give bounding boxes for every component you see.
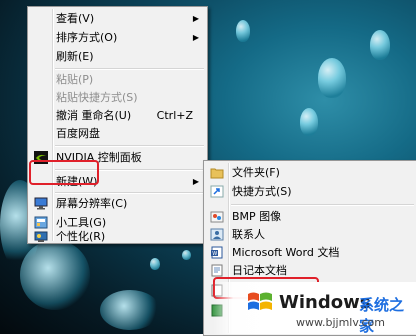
menu-item-label: Microsoft Word 文档 (232, 246, 340, 259)
highlight-box-new (29, 160, 99, 185)
watermark-suffix: 系统之家 (359, 296, 405, 335)
paint-icon (210, 210, 224, 223)
water-drop (236, 20, 250, 42)
menu-item-label: 个性化(R) (56, 230, 106, 243)
svg-text:W: W (212, 251, 217, 257)
desktop-context-menu: 查看(V) ▶ 排序方式(O) ▶ 刷新(E) 粘贴(P) 粘贴快捷方式(S) … (27, 6, 208, 244)
water-drop (182, 250, 191, 260)
word-document-icon: W (210, 246, 224, 259)
menu-item-label: 屏幕分辨率(C) (56, 197, 128, 210)
submenu-item-word-document[interactable]: W Microsoft Word 文档 (206, 243, 415, 262)
menu-item-label: 撤消 重命名(U) (56, 109, 132, 122)
submenu-item-bmp-image[interactable]: BMP 图像 (206, 207, 415, 226)
menu-item-paste[interactable]: 粘贴(P) (30, 70, 205, 89)
menu-separator (231, 204, 414, 206)
contact-icon (210, 228, 224, 241)
submenu-item-shortcut[interactable]: 快捷方式(S) (206, 182, 415, 201)
submenu-item-folder[interactable]: 文件夹(F) (206, 163, 415, 182)
menu-item-view[interactable]: 查看(V) ▶ (30, 9, 205, 28)
submenu-arrow-icon: ▶ (192, 14, 199, 23)
menu-item-sort-by[interactable]: 排序方式(O) ▶ (30, 28, 205, 47)
menu-item-paste-shortcut[interactable]: 粘贴快捷方式(S) (30, 88, 205, 107)
menu-separator (55, 145, 204, 147)
windows-logo (248, 292, 272, 310)
menu-item-screen-resolution[interactable]: 屏幕分辨率(C) (30, 194, 205, 213)
watermark-url: www.bjjmlv.com (296, 316, 385, 329)
submenu-arrow-icon: ▶ (192, 177, 199, 186)
water-drop (300, 108, 318, 136)
menu-item-label: 百度网盘 (56, 127, 100, 140)
menu-item-label: 粘贴快捷方式(S) (56, 91, 138, 104)
menu-item-label: 联系人 (232, 228, 265, 241)
menu-item-label: BMP 图像 (232, 210, 282, 223)
menu-item-label: 刷新(E) (56, 50, 94, 63)
personalize-icon (34, 231, 48, 244)
site-watermark: Windows 系统之家 www.bjjmlv.com (213, 282, 416, 335)
water-drop (318, 58, 346, 98)
menu-item-refresh[interactable]: 刷新(E) (30, 47, 205, 66)
water-drop (150, 258, 160, 270)
journal-icon (210, 264, 224, 277)
water-drop (370, 30, 390, 60)
water-splash (100, 290, 160, 330)
watermark-brand: Windows (279, 292, 371, 313)
menu-item-label: 快捷方式(S) (232, 185, 292, 198)
submenu-arrow-icon: ▶ (192, 33, 199, 42)
menu-item-label: 排序方式(O) (56, 31, 118, 44)
menu-item-label: 文件夹(F) (232, 166, 280, 179)
monitor-icon (34, 197, 48, 210)
menu-item-undo-rename[interactable]: 撤消 重命名(U) Ctrl+Z (30, 106, 205, 125)
submenu-item-contact[interactable]: 联系人 (206, 225, 415, 244)
menu-item-label: 查看(V) (56, 12, 95, 25)
menu-item-label: 粘贴(P) (56, 73, 94, 86)
menu-item-personalize[interactable]: 个性化(R) (30, 231, 205, 243)
gadgets-icon (34, 216, 48, 229)
menu-item-baidu-netdisk[interactable]: 百度网盘 (30, 124, 205, 143)
folder-icon (210, 166, 224, 179)
menu-item-shortcut: Ctrl+Z (156, 109, 193, 122)
water-splash (20, 240, 90, 310)
shortcut-icon (210, 185, 224, 198)
